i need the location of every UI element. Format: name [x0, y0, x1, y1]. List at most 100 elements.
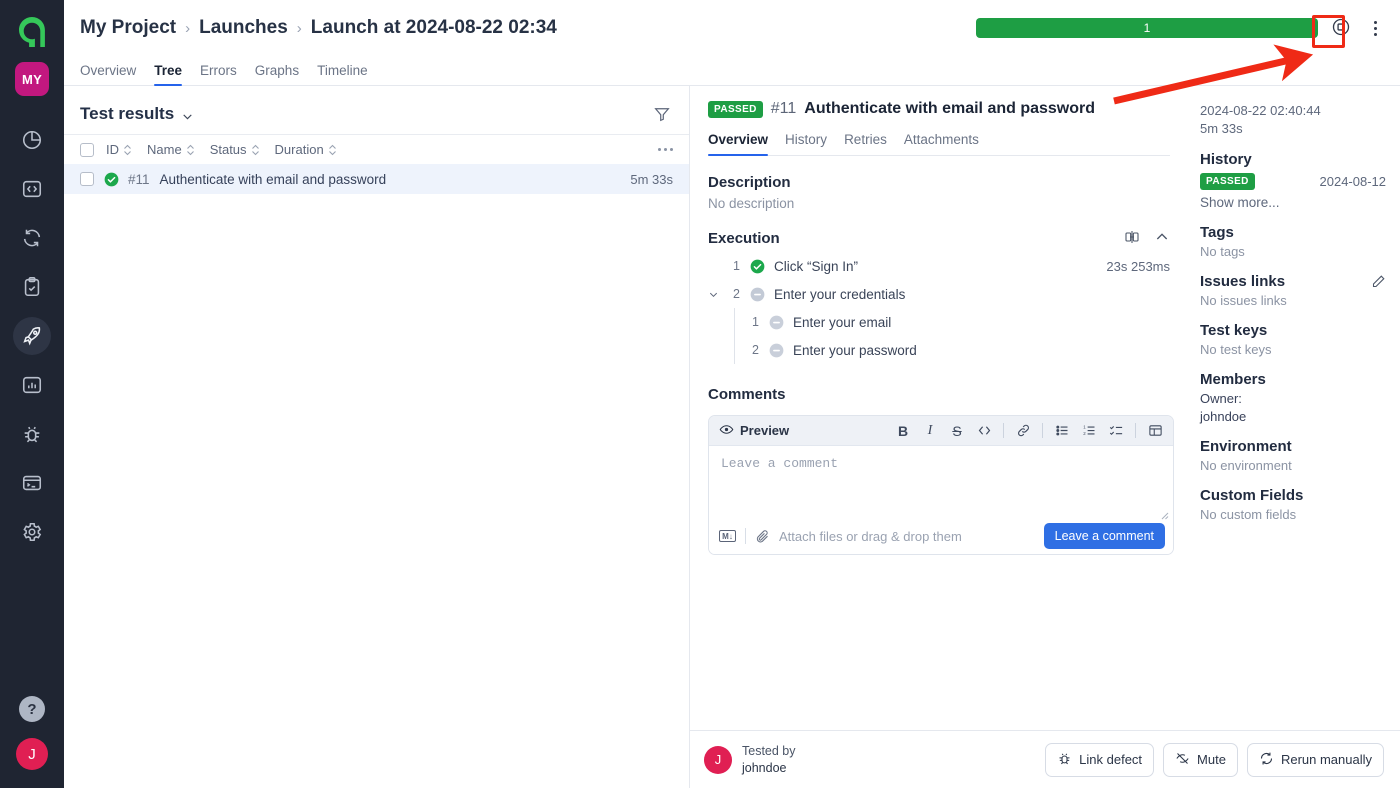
project-badge[interactable]: MY — [15, 62, 49, 96]
select-all-checkbox[interactable] — [80, 142, 94, 157]
chevron-down-icon[interactable] — [708, 289, 722, 300]
bold-icon[interactable]: B — [895, 423, 911, 439]
app-root: MY ? J My Project › Launches › Launch at… — [0, 0, 1400, 788]
bug-icon — [1057, 751, 1072, 769]
execution-steps: 1 Click “Sign In” 23s 253ms 2 Enter your… — [708, 252, 1170, 364]
breadcrumb-launches[interactable]: Launches — [199, 17, 288, 39]
test-results-title[interactable]: Test results — [80, 104, 194, 124]
status-skipped-icon — [769, 315, 784, 330]
results-table-header: ID Name Status Duration — [64, 134, 689, 164]
execution-step[interactable]: 2 Enter your credentials — [708, 280, 1170, 308]
history-entry[interactable]: PASSED 2024-08-12 — [1200, 173, 1386, 190]
substep-label: Enter your password — [793, 342, 917, 358]
sidebar-item-test-plan[interactable] — [12, 263, 52, 311]
user-avatar[interactable]: J — [16, 738, 48, 770]
strikethrough-icon[interactable]: S — [949, 423, 965, 439]
leave-comment-button[interactable]: Leave a comment — [1043, 523, 1165, 549]
sidebar-item-code[interactable] — [12, 165, 52, 213]
comment-placeholder: Leave a comment — [721, 456, 839, 471]
filter-icon[interactable] — [653, 105, 671, 123]
column-label-duration: Duration — [274, 142, 324, 157]
paperclip-icon[interactable] — [755, 529, 770, 544]
tags-title: Tags — [1200, 224, 1234, 241]
row-checkbox[interactable] — [80, 172, 94, 186]
stop-recording-button[interactable] — [1328, 15, 1354, 41]
members-owner-label: Owner: — [1200, 391, 1242, 406]
execution-substep[interactable]: 2 Enter your password — [745, 336, 1170, 364]
execution-step[interactable]: 1 Click “Sign In” 23s 253ms — [708, 252, 1170, 280]
chevron-down-icon — [181, 108, 194, 121]
test-results-header: Test results — [64, 86, 689, 134]
tab-graphs[interactable]: Graphs — [255, 63, 299, 85]
sidebar-item-settings[interactable] — [12, 508, 52, 556]
description-value: No description — [708, 196, 795, 211]
sort-icon — [186, 144, 195, 156]
sidebar-item-dashboards[interactable] — [12, 116, 52, 164]
breadcrumb-separator-icon: › — [185, 19, 191, 37]
row-id: #11 — [128, 171, 150, 187]
column-header-name[interactable]: Name — [147, 142, 195, 157]
breadcrumb-project[interactable]: My Project — [80, 17, 176, 39]
column-header-duration[interactable]: Duration — [275, 142, 337, 157]
sidebar-item-launches[interactable] — [12, 312, 52, 360]
column-header-id[interactable]: ID — [106, 142, 132, 157]
issues-links-title: Issues links — [1200, 273, 1286, 290]
rerun-icon — [1259, 751, 1274, 769]
table-options-icon[interactable] — [658, 148, 673, 151]
numbered-list-icon[interactable]: 12 — [1081, 423, 1097, 439]
mute-button[interactable]: Mute — [1163, 742, 1238, 777]
step-label: Click “Sign In” — [774, 258, 859, 274]
allure-logo-icon[interactable] — [14, 14, 50, 50]
table-icon[interactable] — [1147, 423, 1163, 439]
rerun-manually-button[interactable]: Rerun manually — [1246, 742, 1384, 777]
execution-substep[interactable]: 1 Enter your email — [745, 308, 1170, 336]
comment-editor: Preview B I S 1 2 Leave a comment M↓ Att… — [708, 415, 1174, 555]
resize-handle[interactable] — [1161, 507, 1169, 520]
preview-toggle[interactable]: Preview — [719, 422, 789, 440]
tab-overview[interactable]: Overview — [80, 63, 136, 85]
history-date: 2024-08-12 — [1319, 174, 1387, 189]
split-compare-icon[interactable] — [1124, 229, 1140, 248]
code-icon[interactable] — [976, 423, 992, 439]
launch-progress-bar[interactable]: 1 — [976, 18, 1318, 38]
tested-by-user: johndoe — [742, 760, 787, 775]
code-brackets-icon — [21, 178, 43, 200]
comment-textarea[interactable]: Leave a comment — [709, 446, 1173, 520]
italic-icon[interactable]: I — [922, 423, 938, 439]
check-list-icon[interactable] — [1108, 423, 1124, 439]
kebab-menu-icon[interactable] — [1364, 15, 1386, 41]
bar-chart-icon — [21, 374, 43, 396]
status-skipped-icon — [750, 287, 765, 302]
sidebar-item-defects[interactable] — [12, 410, 52, 458]
tab-timeline[interactable]: Timeline — [317, 63, 368, 85]
sidebar-item-console[interactable] — [12, 459, 52, 507]
pencil-icon[interactable] — [1371, 274, 1386, 289]
tab-detail-retries[interactable]: Retries — [844, 132, 887, 155]
chevron-up-icon[interactable] — [1154, 229, 1170, 248]
tab-errors[interactable]: Errors — [200, 63, 237, 85]
sidebar-item-sync[interactable] — [12, 214, 52, 262]
bullet-list-icon[interactable] — [1054, 423, 1070, 439]
detail-main-column: PASSED #11 Authenticate with email and p… — [690, 86, 1190, 730]
issues-links-value: No issues links — [1200, 293, 1287, 308]
link-defect-button[interactable]: Link defect — [1045, 742, 1155, 777]
status-skipped-icon — [769, 343, 784, 358]
test-timestamp: 2024-08-22 02:40:44 — [1200, 103, 1321, 118]
execution-actions — [1124, 229, 1170, 248]
detail-scroll-area: PASSED #11 Authenticate with email and p… — [690, 86, 1400, 730]
breadcrumb-current: Launch at 2024-08-22 02:34 — [310, 17, 557, 38]
tab-detail-history[interactable]: History — [785, 132, 827, 155]
sidebar-item-analytics[interactable] — [12, 361, 52, 409]
markdown-icon[interactable]: M↓ — [719, 530, 736, 542]
help-icon[interactable]: ? — [19, 696, 45, 722]
execution-title: Execution — [708, 230, 780, 247]
rail-bottom-group: ? J — [16, 696, 48, 788]
tab-detail-overview[interactable]: Overview — [708, 132, 769, 156]
tab-detail-attachments[interactable]: Attachments — [904, 132, 979, 155]
table-row[interactable]: #11 Authenticate with email and password… — [64, 164, 689, 194]
tab-tree[interactable]: Tree — [154, 63, 182, 86]
column-header-status[interactable]: Status — [210, 142, 260, 157]
column-label-name: Name — [147, 142, 182, 157]
link-icon[interactable] — [1015, 423, 1031, 439]
show-more-link[interactable]: Show more... — [1200, 195, 1386, 210]
